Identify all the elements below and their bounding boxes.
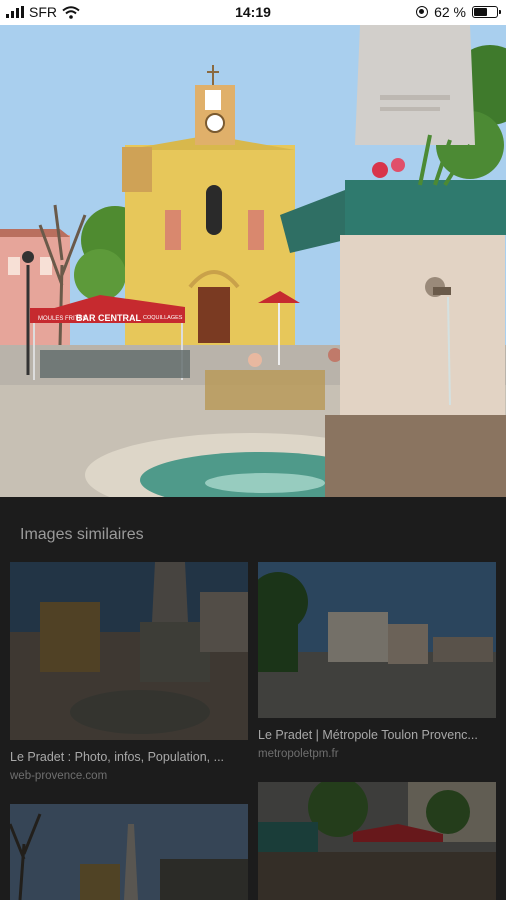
similar-image-source: web-provence.com xyxy=(10,770,108,782)
similar-image-thumbnail[interactable] xyxy=(258,782,496,900)
similar-image-thumbnail[interactable] xyxy=(10,562,248,740)
status-bar: SFR 14:19 62 % xyxy=(0,0,506,25)
main-image[interactable]: MOULES FRITES BAR CENTRAL COQUILLAGES xyxy=(0,25,506,497)
similar-image-thumbnail[interactable] xyxy=(258,562,496,718)
bar-name-text: BAR CENTRAL xyxy=(76,313,141,323)
similar-image-title[interactable]: Le Pradet | Métropole Toulon Provenc... xyxy=(258,728,496,742)
similar-image-card[interactable]: Le Pradet | Métropole Toulon Provenc... … xyxy=(258,562,496,760)
similar-image-source: metropoletpm.fr xyxy=(258,748,339,760)
battery-fill xyxy=(474,8,488,16)
similar-image-card[interactable]: Le Pradet : Photo, infos, Population, ..… xyxy=(10,562,248,782)
rotation-lock-icon xyxy=(416,6,429,18)
sign-right-text: COQUILLAGES xyxy=(143,315,183,321)
similar-image-thumbnail[interactable] xyxy=(10,804,248,900)
similar-image-title[interactable]: Le Pradet : Photo, infos, Population, ..… xyxy=(10,750,248,764)
battery-percent: 62 % xyxy=(434,4,466,20)
thumbnail-dim-overlay xyxy=(10,562,248,740)
similar-images-heading: Images similaires xyxy=(20,526,144,543)
status-right: 62 % xyxy=(416,4,501,20)
thumbnail-dim-overlay xyxy=(258,562,496,718)
thumbnail-dim-overlay xyxy=(10,804,248,900)
similar-image-card[interactable] xyxy=(258,782,496,900)
main-image-illustration: MOULES FRITES BAR CENTRAL COQUILLAGES xyxy=(0,25,506,497)
similar-image-card[interactable] xyxy=(10,804,248,900)
battery-icon xyxy=(472,6,501,18)
thumbnail-dim-overlay xyxy=(258,782,496,900)
